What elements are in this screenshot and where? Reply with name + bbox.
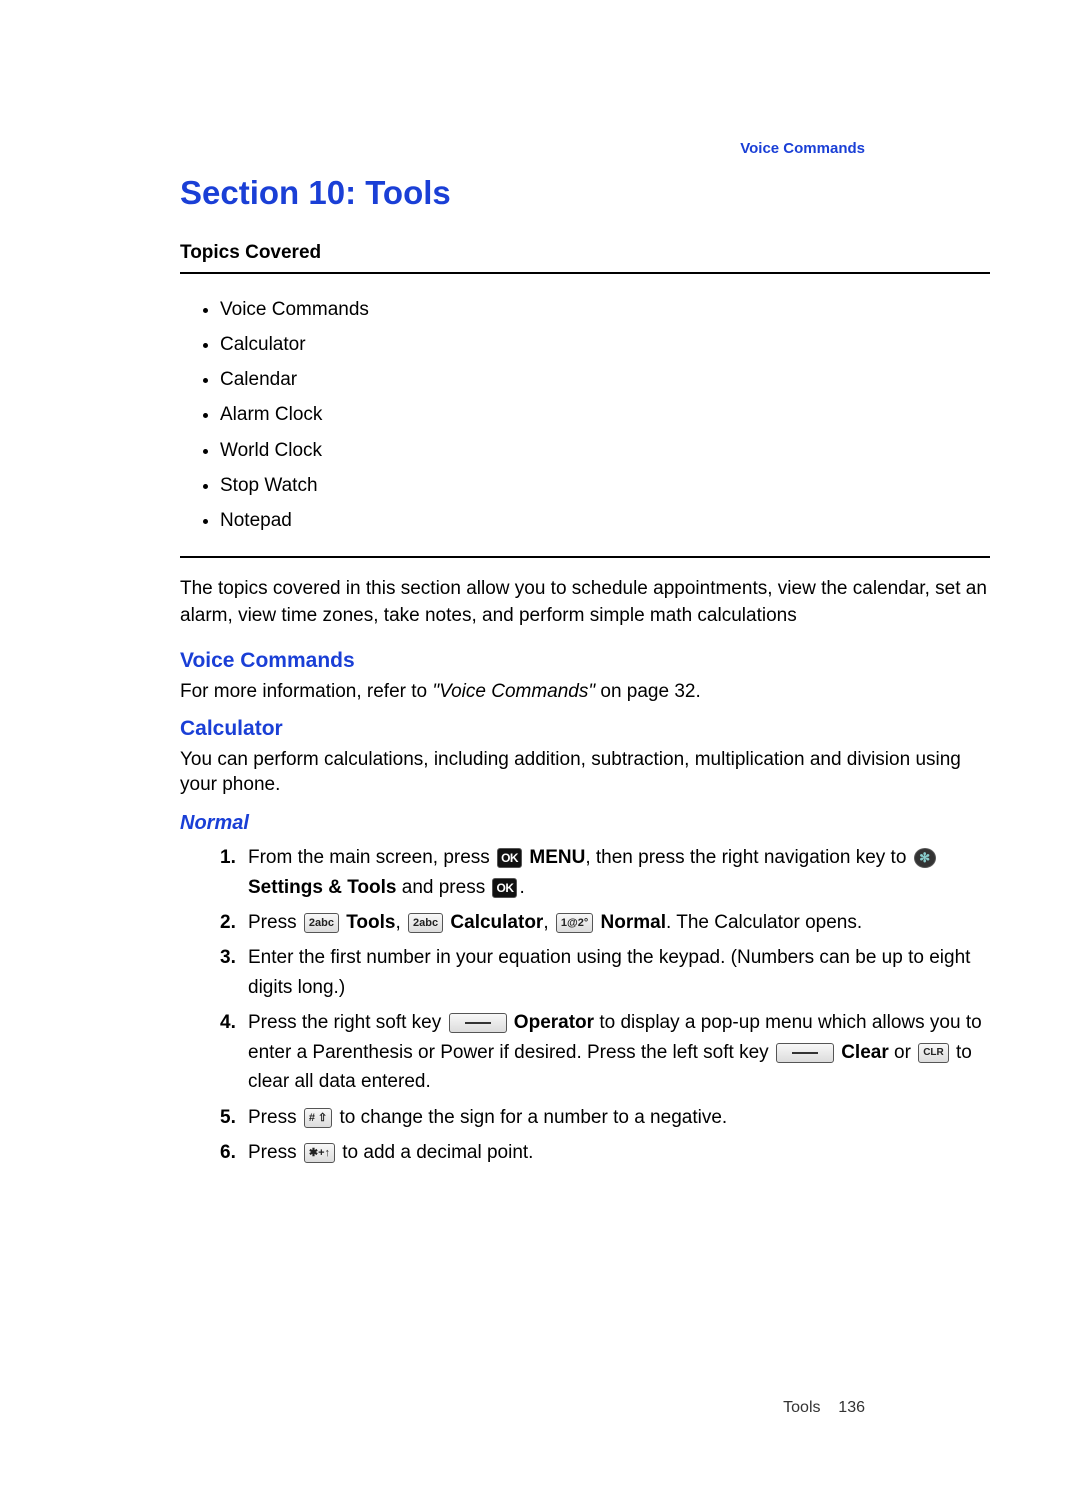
heading-voice-commands: Voice Commands [180, 649, 990, 673]
text: Enter the first number in your equation … [248, 947, 970, 997]
ok-key-icon: OK [497, 848, 522, 868]
two-key-icon: 2abc [304, 913, 339, 933]
calculator-label: Calculator [445, 912, 543, 933]
page-footer: Tools 136 [783, 1399, 865, 1417]
divider-bottom [180, 556, 990, 558]
gear-key-icon: ✻ [914, 848, 936, 868]
page-number: 136 [838, 1399, 865, 1416]
text: on page 32. [595, 681, 701, 702]
topic-item: Stop Watch [220, 468, 990, 503]
topics-covered-label: Topics Covered [180, 242, 990, 264]
running-header: Voice Commands [740, 140, 865, 157]
ok-key-icon: OK [492, 878, 517, 898]
divider-top [180, 272, 990, 274]
star-key-icon: ✱+↑ [304, 1143, 335, 1163]
steps-list: From the main screen, press OK MENU, the… [180, 843, 990, 1167]
step-1: From the main screen, press OK MENU, the… [220, 843, 990, 902]
text: Press the right soft key [248, 1012, 447, 1033]
step-6: Press ✱+↑ to add a decimal point. [220, 1138, 990, 1167]
clear-label: Clear [836, 1042, 889, 1063]
hash-key-icon: # ⇧ [304, 1108, 332, 1128]
softkey-icon [449, 1013, 507, 1033]
intro-paragraph: The topics covered in this section allow… [180, 576, 990, 629]
text: and press [396, 877, 490, 898]
section-title: Section 10: Tools [180, 174, 990, 212]
text: Press [248, 1142, 302, 1163]
text: . The Calculator opens. [666, 912, 862, 933]
one-key-icon: 1@2° [556, 913, 593, 933]
text: Press [248, 1107, 302, 1128]
normal-label: Normal [595, 912, 666, 933]
document-page: Voice Commands Section 10: Tools Topics … [0, 0, 1080, 1492]
text: . [519, 877, 524, 898]
text: to change the sign for a number to a neg… [334, 1107, 727, 1128]
text: or [889, 1042, 916, 1063]
reference-title: "Voice Commands" [432, 681, 595, 702]
footer-section: Tools [783, 1399, 820, 1416]
softkey-icon [776, 1043, 834, 1063]
step-3: Enter the first number in your equation … [220, 943, 990, 1002]
step-2: Press 2abc Tools, 2abc Calculator, 1@2° … [220, 908, 990, 937]
text: , then press the right navigation key to [585, 847, 911, 868]
clr-key-icon: CLR [918, 1043, 949, 1063]
heading-calculator: Calculator [180, 717, 990, 741]
text: From the main screen, press [248, 847, 495, 868]
topic-item: Calculator [220, 327, 990, 362]
tools-label: Tools [341, 912, 396, 933]
topic-item: World Clock [220, 433, 990, 468]
text: , [395, 912, 406, 933]
text: to add a decimal point. [337, 1142, 533, 1163]
step-5: Press # ⇧ to change the sign for a numbe… [220, 1103, 990, 1132]
two-key-icon: 2abc [408, 913, 443, 933]
menu-label: MENU [524, 847, 585, 868]
topic-item: Notepad [220, 503, 990, 538]
settings-tools-label: Settings & Tools [248, 877, 396, 898]
topic-item: Voice Commands [220, 292, 990, 327]
topics-list: Voice Commands Calculator Calendar Alarm… [220, 292, 990, 538]
calculator-intro: You can perform calculations, including … [180, 747, 990, 798]
operator-label: Operator [509, 1012, 595, 1033]
text: , [543, 912, 554, 933]
heading-normal: Normal [180, 812, 990, 835]
topic-item: Calendar [220, 362, 990, 397]
text: Press [248, 912, 302, 933]
text: For more information, refer to [180, 681, 432, 702]
topic-item: Alarm Clock [220, 397, 990, 432]
step-4: Press the right soft key Operator to dis… [220, 1008, 990, 1096]
voice-commands-paragraph: For more information, refer to "Voice Co… [180, 679, 990, 705]
